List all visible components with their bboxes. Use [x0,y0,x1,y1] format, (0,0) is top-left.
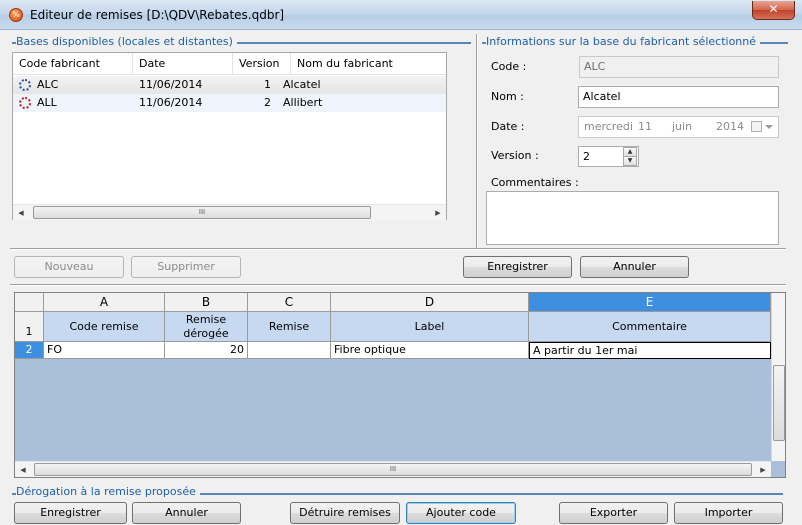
bases-list[interactable]: Code fabricant Date Version Nom du fabri… [12,52,447,220]
bases-row[interactable]: ALL 11/06/2014 2 Allibert [13,94,446,112]
header-remise-derogee[interactable]: Remise dérogée [165,312,248,342]
gear-blue-icon [19,79,31,91]
bases-row-date: 11/06/2014 [139,96,203,109]
detruire-remises-button[interactable]: Détruire remises [290,502,400,524]
grid-hscrollbar[interactable]: ◀ III ▶ [15,461,771,477]
header-remise[interactable]: Remise [248,312,331,342]
derogation-group-title: Dérogation à la remise proposée [16,485,200,498]
bases-row-code: ALL [37,96,57,109]
comments-field[interactable] [486,191,779,245]
bases-row-version: 1 [264,78,271,91]
header-commentaire[interactable]: Commentaire [529,312,771,342]
col-letter-e[interactable]: E [529,293,771,312]
col-header-version[interactable]: Version [233,53,291,75]
col-header-name[interactable]: Nom du fabricant [291,53,446,75]
importer-button[interactable]: Importer [674,502,783,524]
col-letter-b[interactable]: B [165,293,248,312]
nom-label: Nom : [491,90,524,103]
date-year: 2014 [716,120,744,133]
scroll-left-icon[interactable]: ◀ [15,462,31,477]
spin-down-icon[interactable]: ▼ [623,156,637,166]
col-letter-a[interactable]: A [44,293,165,312]
bases-scroll-thumb[interactable]: III [33,206,371,219]
cell-label[interactable]: Fibre optique [331,342,529,359]
nom-field[interactable]: Alcatel [578,86,779,108]
cell-remise-derogee[interactable]: 20 [165,342,248,359]
col-header-date[interactable]: Date [133,53,233,75]
section-divider [10,248,786,250]
grid-vscroll-thumb[interactable] [773,365,785,441]
grid-hscroll-thumb[interactable]: III [34,463,752,476]
row-number-1[interactable]: 1 [15,312,44,342]
scroll-right-icon[interactable]: ▶ [430,205,446,221]
version-label: Version : [491,149,539,162]
chevron-down-icon[interactable] [765,125,773,129]
header-label[interactable]: Label [331,312,529,342]
app-icon: % [9,8,23,22]
date-day: 11 [638,120,652,133]
date-label: Date : [491,120,525,133]
ajouter-code-button[interactable]: Ajouter code [406,502,516,524]
date-checkbox[interactable] [751,121,762,132]
close-button[interactable]: ✕ [752,1,795,20]
row-number-2[interactable]: 2 [15,342,44,359]
code-label: Code : [491,60,527,73]
window-title: Editeur de remises [D:\QDV\Rebates.qdbr] [30,8,285,22]
cell-commentaire[interactable]: A partir du 1er mai [529,342,771,359]
enregistrer-base-button[interactable]: Enregistrer [463,256,572,278]
col-header-code[interactable]: Code fabricant [13,53,133,75]
bases-row-name: Allibert [283,96,323,109]
col-letter-c[interactable]: C [248,293,331,312]
bases-row-version: 2 [264,96,271,109]
bases-row-name: Alcatel [283,78,321,91]
header-code-remise[interactable]: Code remise [44,312,165,342]
remises-grid[interactable]: A B C D E 1 Code remise Remise dérogée R… [14,292,786,478]
bases-group-title: Bases disponibles (locales et distantes) [16,35,237,48]
bases-row[interactable]: ALC 11/06/2014 1 Alcatel [13,76,446,94]
code-field[interactable]: ALC [579,56,779,78]
nouveau-button[interactable]: Nouveau [14,256,124,278]
supprimer-button[interactable]: Supprimer [131,256,241,278]
panel-separator [476,34,478,248]
info-group-title: Informations sur la base du fabricant sé… [486,35,761,48]
col-letter-d[interactable]: D [331,293,529,312]
scroll-right-icon[interactable]: ▶ [755,462,771,477]
gear-red-icon [19,97,31,109]
grid-vscrollbar[interactable] [771,293,785,461]
section-divider [10,284,786,286]
version-field[interactable]: 2 ▲ ▼ [578,146,639,167]
enregistrer-button[interactable]: Enregistrer [14,502,127,524]
bases-hscrollbar[interactable]: ◀ III ▶ [13,204,446,220]
comments-label: Commentaires : [491,176,579,189]
bases-row-code: ALC [37,78,59,91]
date-picker[interactable]: mercredi 11 juin 2014 [578,116,779,138]
annuler-base-button[interactable]: Annuler [580,256,689,278]
annuler-button[interactable]: Annuler [132,502,241,524]
exporter-button[interactable]: Exporter [559,502,668,524]
date-weekday: mercredi [584,120,633,133]
grid-corner[interactable] [15,293,44,312]
title-bar[interactable]: % Editeur de remises [D:\QDV\Rebates.qdb… [0,0,802,30]
scroll-left-icon[interactable]: ◀ [13,205,29,221]
cell-remise[interactable] [248,342,331,359]
bases-row-date: 11/06/2014 [139,78,203,91]
bases-list-header: Code fabricant Date Version Nom du fabri… [13,53,446,75]
cell-code-remise[interactable]: FO [44,342,165,359]
date-month: juin [672,120,693,133]
version-value: 2 [583,150,590,163]
